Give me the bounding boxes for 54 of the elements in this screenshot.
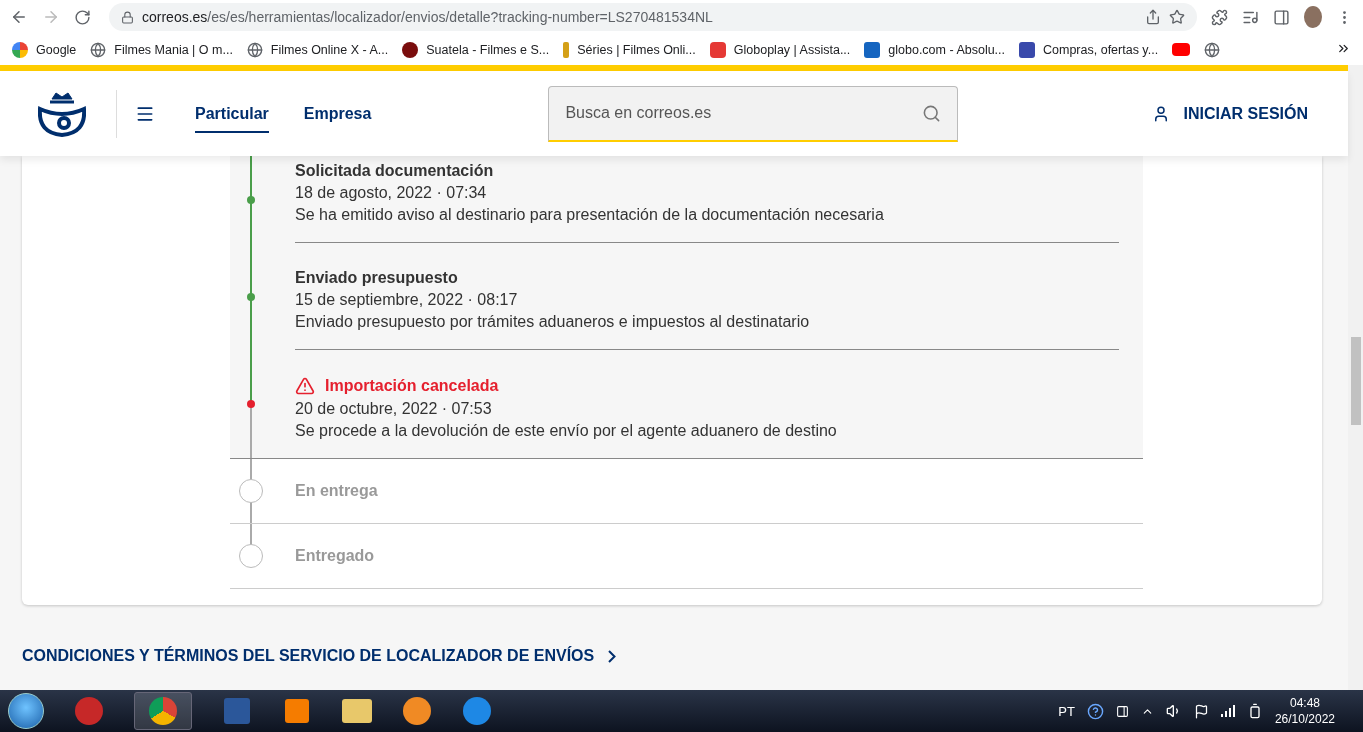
bookmark[interactable]: Suatela - Filmes e S...	[402, 41, 550, 58]
step-label: Entregado	[295, 547, 376, 565]
language-indicator[interactable]: PT	[1058, 703, 1075, 719]
bookmark[interactable]: Google	[12, 41, 77, 58]
bookmark[interactable]: globo.com - Absolu...	[864, 41, 1006, 58]
warning-icon	[295, 376, 315, 396]
search-field[interactable]: Busca en correos.es	[548, 85, 959, 142]
search-icon[interactable]	[922, 103, 942, 123]
nav-tab[interactable]: Empresa	[303, 94, 372, 133]
flag-icon[interactable]	[1193, 703, 1209, 719]
scrollbar[interactable]	[1348, 65, 1363, 690]
signal-icon[interactable]	[1220, 705, 1235, 717]
nav-tab[interactable]: Particular	[195, 94, 269, 133]
clock[interactable]: 04:48 26/10/2022	[1274, 695, 1335, 727]
side-panel-icon[interactable]	[1273, 8, 1290, 26]
avatar-icon[interactable]	[1304, 6, 1322, 28]
pending-circle-icon	[239, 544, 263, 568]
event-date: 15 de septiembre, 2022 · 08:17	[295, 291, 519, 309]
address-bar[interactable]: correos.es/es/es/herramientas/localizador/envios/detalle?tracking-number=LS270481534NL	[109, 3, 1197, 31]
puzzle-icon[interactable]	[1211, 8, 1228, 26]
square-icon	[1019, 41, 1036, 58]
bookmark[interactable]: Séries | Filmes Onli...	[563, 41, 696, 58]
globe-icon	[90, 41, 107, 58]
reload-icon[interactable]	[74, 8, 91, 26]
event-title: Solicitada documentación	[295, 162, 495, 180]
status-dot	[247, 400, 255, 408]
event-date: 20 de octubre, 2022 · 07:53	[295, 400, 493, 418]
share-icon[interactable]	[1145, 9, 1161, 25]
step-label: En entrega	[295, 482, 379, 500]
browser-app-icon[interactable]	[134, 692, 192, 730]
start-button[interactable]	[8, 693, 44, 729]
event-description: Se procede a la devolución de este envío por el agente aduanero de destino	[295, 422, 838, 440]
multicolor-circle-icon	[12, 41, 28, 58]
back-icon[interactable]	[10, 8, 28, 26]
bookmark[interactable]: Globoplay | Assista...	[709, 41, 851, 58]
help-icon[interactable]	[1086, 702, 1104, 720]
globe-icon	[1204, 41, 1221, 58]
bookmark[interactable]: Compras, ofertas y...	[1019, 41, 1159, 58]
bookmark[interactable]: Filmes Online X - A...	[246, 41, 389, 58]
pending-circle-icon	[239, 479, 263, 503]
conditions-link[interactable]: CONDICIONES Y TÉRMINOS DEL SERVICIO DE LOCALIZADOR DE ENVÍOS	[22, 647, 617, 665]
globe-icon	[246, 41, 263, 58]
event-title: Importación cancelada	[295, 376, 1119, 396]
event-date: 18 de agosto, 2022 · 07:34	[295, 184, 488, 202]
square-icon	[864, 41, 881, 58]
event-description: Enviado presupuesto por trámites aduaneros e impuestos al destinatario	[295, 313, 811, 331]
post-horn-logo[interactable]	[38, 90, 86, 137]
event-title: Enviado presupuesto	[295, 269, 459, 287]
login-link[interactable]: INICIAR SESIÓN	[1151, 104, 1308, 123]
chevron-right-icon	[608, 649, 617, 663]
star-icon[interactable]	[1169, 9, 1185, 25]
event-description: Se ha emitido aviso al destinario para presentación de la documentación necesaria	[295, 206, 885, 224]
lock-icon	[121, 10, 134, 24]
bookmark[interactable]: Filmes Mania | O m...	[90, 41, 233, 58]
